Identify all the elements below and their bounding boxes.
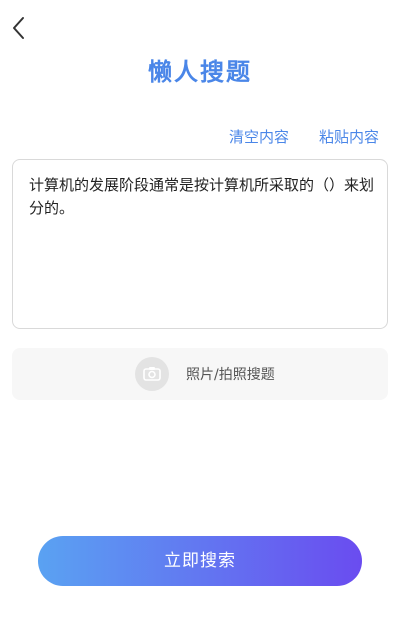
page-title: 懒人搜题 [148, 58, 252, 86]
back-button[interactable] [8, 14, 32, 42]
camera-icon [143, 367, 161, 381]
camera-icon-badge [135, 357, 169, 391]
clear-content-button[interactable]: 清空内容 [229, 126, 289, 147]
photo-search-label: 照片/拍照搜题 [186, 367, 275, 383]
photo-search-button[interactable]: 照片/拍照搜题 [12, 348, 388, 400]
paste-content-button[interactable]: 粘贴内容 [319, 126, 379, 147]
question-text[interactable]: 计算机的发展阶段通常是按计算机所采取的（）来划分的。 [29, 174, 375, 220]
search-now-button[interactable]: 立即搜索 [38, 536, 362, 586]
question-input[interactable]: 计算机的发展阶段通常是按计算机所采取的（）来划分的。 [12, 159, 388, 329]
chevron-left-icon [13, 17, 24, 39]
